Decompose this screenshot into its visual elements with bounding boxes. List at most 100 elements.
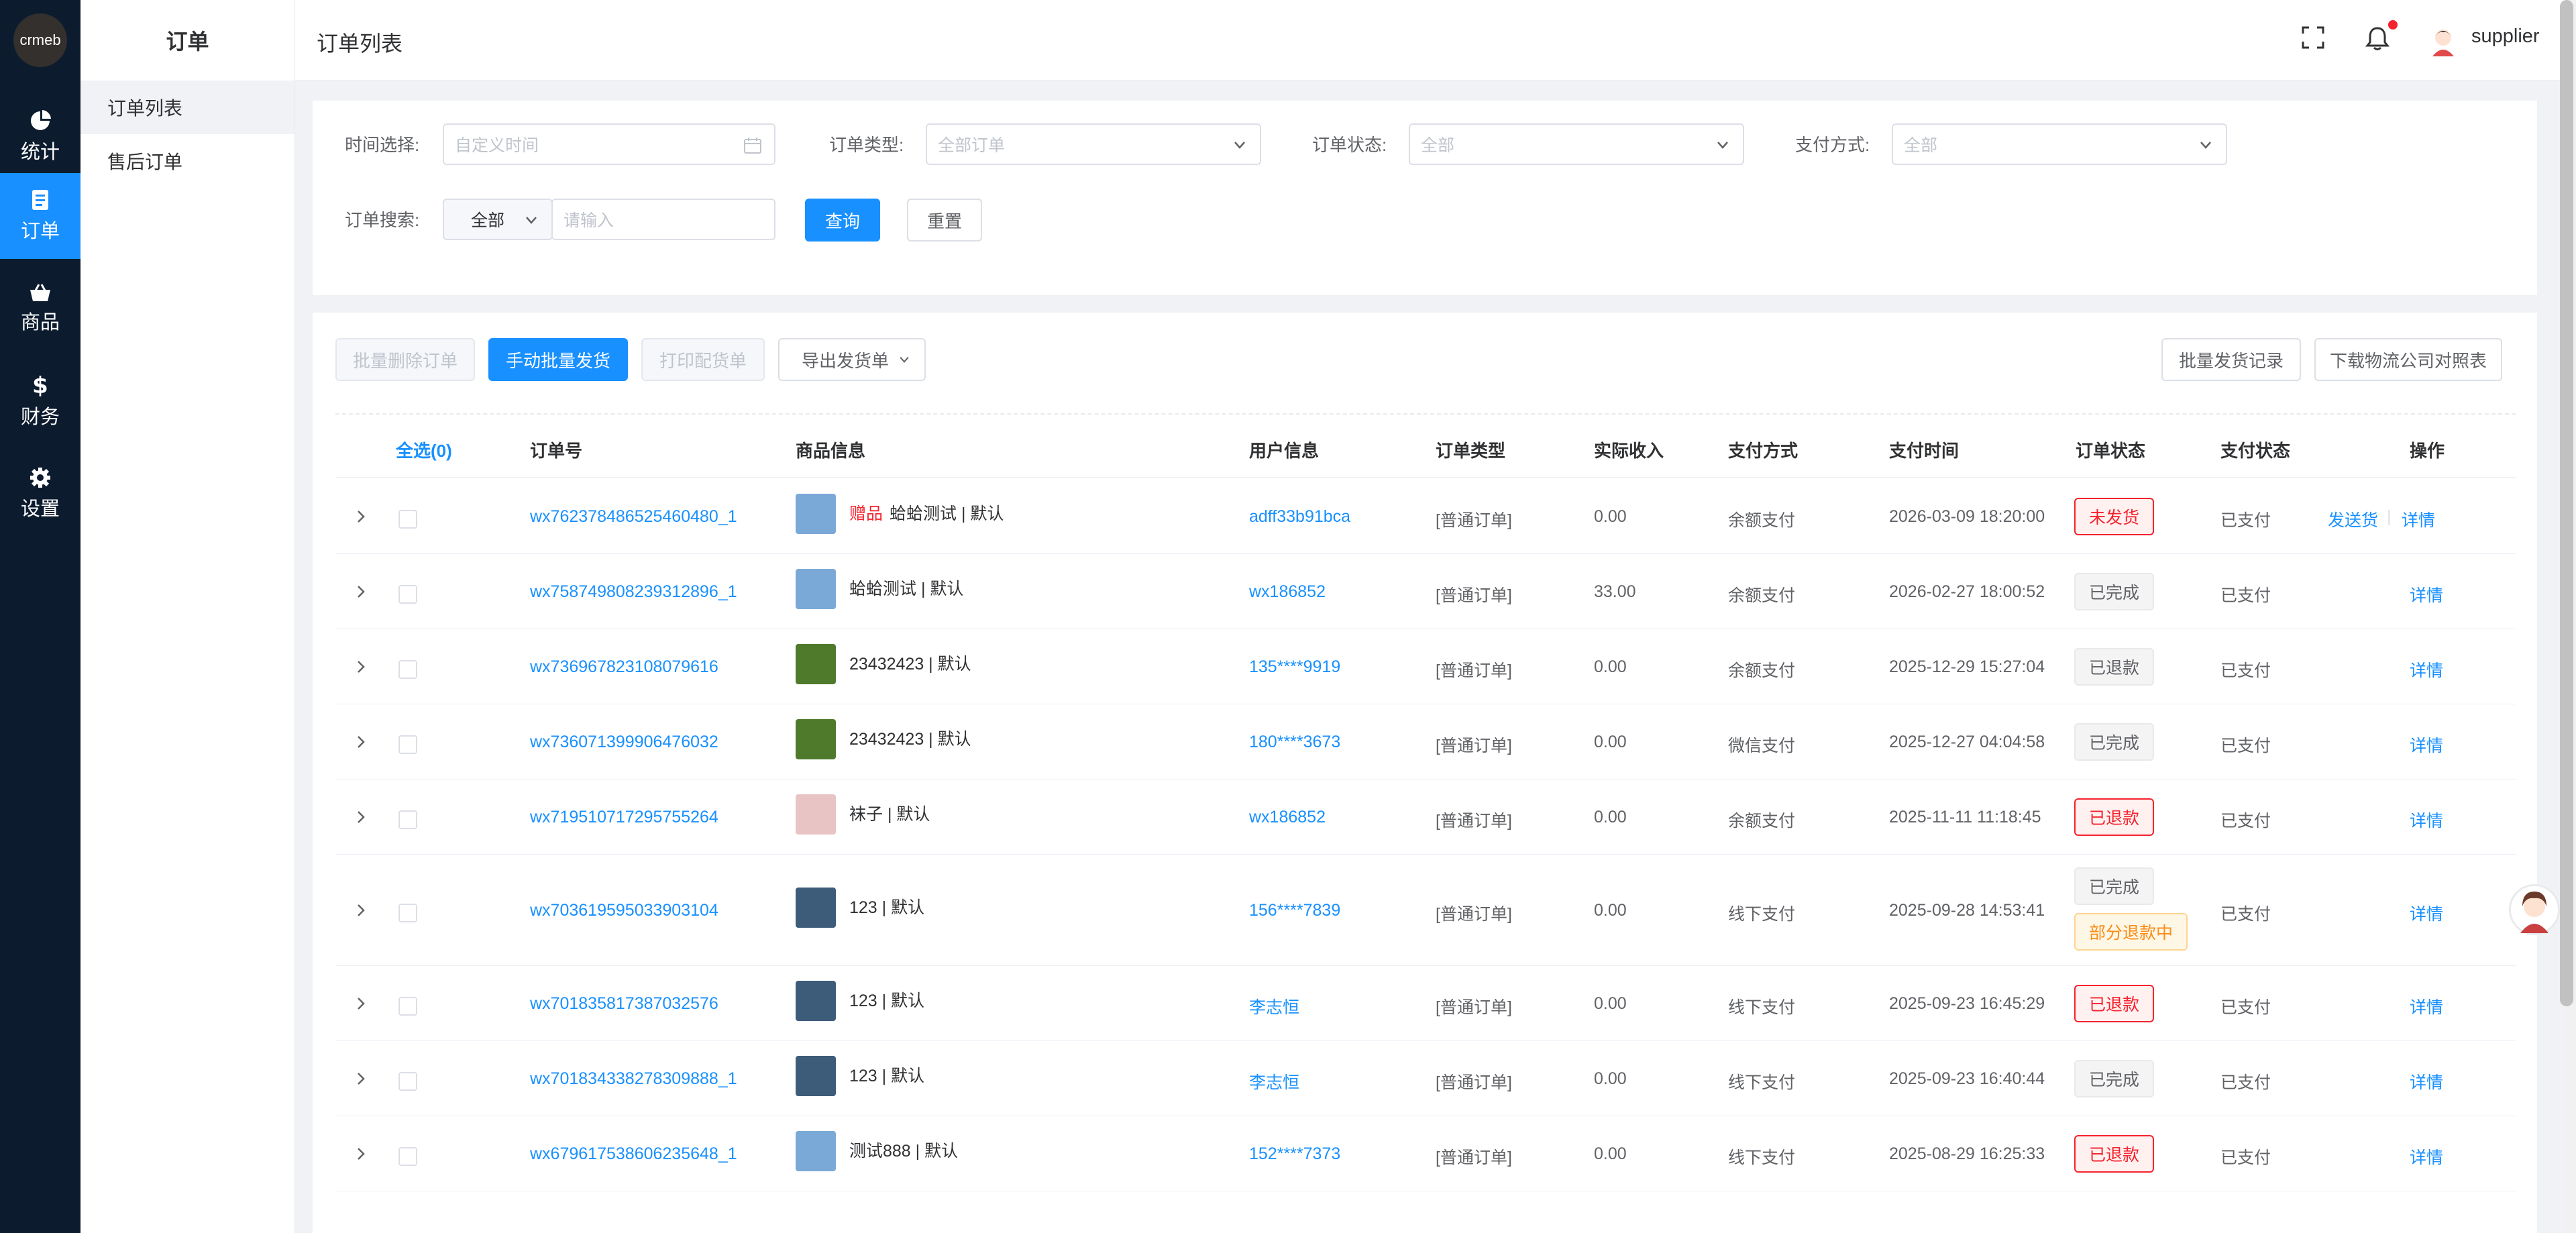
ship-records-button[interactable]: 批量发货记录 (2161, 338, 2301, 381)
order-status-select[interactable]: 全部 (1409, 123, 1744, 165)
avatar[interactable] (2427, 24, 2459, 56)
detail-action-link[interactable]: 详情 (2402, 507, 2435, 531)
order-type-placeholder: 全部订单 (938, 136, 1006, 155)
user-link[interactable]: wx186852 (1249, 582, 1326, 602)
order-type: [普通订单] (1436, 586, 1512, 605)
table-row: wx758749808239312896_1 蛤蛤测试 | 默认 wx186852 [… (335, 554, 2516, 629)
col-actions: 操作 (2410, 441, 2445, 461)
order-number-link[interactable]: wx758749808239312896_1 (530, 582, 737, 602)
export-button[interactable]: 导出发货单 (778, 338, 926, 381)
order-number-link[interactable]: wx679617538606235648_1 (530, 1144, 737, 1164)
pay-method: 线下支付 (1728, 1148, 1796, 1167)
row-checkbox[interactable] (398, 810, 417, 829)
row-checkbox[interactable] (398, 904, 417, 922)
expand-row-icon[interactable] (353, 508, 369, 525)
order-number-link[interactable]: wx703619595033903104 (530, 901, 718, 920)
sidebar-item-statistics[interactable]: 统计 (0, 94, 80, 180)
row-checkbox[interactable] (398, 735, 417, 754)
user-link[interactable]: adff33b91bca (1249, 507, 1350, 527)
select-all-label: 全选(0) (396, 441, 452, 461)
product-name: 蛤蛤测试 | 默认 (890, 504, 1004, 523)
submenu-item-after-sales[interactable]: 售后订单 (80, 134, 294, 188)
detail-action-link[interactable]: 详情 (2410, 1144, 2443, 1169)
order-number-link[interactable]: wx701835817387032576 (530, 994, 718, 1014)
product-name: 测试888 | 默认 (849, 1142, 959, 1161)
detail-action-link[interactable]: 详情 (2410, 657, 2443, 682)
order-type-label: 订单类型: (829, 135, 904, 155)
print-button[interactable]: 打印配货单 (641, 338, 765, 381)
detail-action-link[interactable]: 详情 (2410, 1069, 2443, 1093)
sidebar-item-products[interactable]: 商品 (0, 266, 80, 352)
row-checkbox[interactable] (398, 510, 417, 529)
expand-row-icon[interactable] (353, 1146, 369, 1162)
download-logistics-button[interactable]: 下载物流公司对照表 (2314, 338, 2502, 381)
expand-row-icon[interactable] (353, 996, 369, 1012)
expand-row-icon[interactable] (353, 809, 369, 825)
user-link[interactable]: 李志恒 (1249, 1069, 1299, 1093)
query-button[interactable]: 查询 (805, 199, 880, 242)
chevron-down-icon (1715, 137, 1731, 153)
status-badge: 已退款 (2074, 648, 2155, 686)
col-order-status: 订单状态 (2076, 441, 2146, 461)
detail-action-link[interactable]: 详情 (2410, 901, 2443, 925)
select-all-toggle[interactable]: 全选(0) (396, 437, 452, 462)
pay-time: 2026-02-27 18:00:52 (1889, 582, 2045, 601)
income: 33.00 (1594, 582, 1636, 601)
submenu-item-order-list[interactable]: 订单列表 (80, 81, 294, 134)
col-pay-method: 支付方式 (1728, 441, 1799, 461)
fullscreen-icon[interactable] (2301, 25, 2325, 50)
sidebar-item-settings[interactable]: 设置 (0, 451, 80, 537)
row-checkbox[interactable] (398, 1147, 417, 1166)
order-number-link[interactable]: wx736967823108079616 (530, 657, 718, 677)
order-number-link[interactable]: wx762378486525460480_1 (530, 507, 737, 527)
batch-ship-button[interactable]: 手动批量发货 (488, 338, 628, 381)
bell-icon[interactable] (2365, 25, 2390, 51)
detail-action-link[interactable]: 详情 (2410, 582, 2443, 606)
expand-row-icon[interactable] (353, 1071, 369, 1087)
income: 0.00 (1594, 901, 1627, 920)
product-thumbnail (796, 1056, 836, 1096)
username[interactable]: supplier (2471, 25, 2540, 48)
sidebar-item-orders[interactable]: 订单 (0, 173, 80, 259)
chevron-down-icon (1232, 137, 1248, 153)
row-checkbox[interactable] (398, 660, 417, 679)
payment-method-label: 支付方式: (1795, 135, 1870, 155)
user-link[interactable]: 152****7373 (1249, 1144, 1340, 1164)
customer-service-avatar[interactable] (2509, 884, 2560, 935)
search-input[interactable]: 请输入 (551, 199, 775, 240)
row-checkbox[interactable] (398, 1072, 417, 1091)
scrollbar-thumb[interactable] (2560, 0, 2573, 1006)
user-link[interactable]: 李志恒 (1249, 994, 1299, 1018)
pay-time: 2025-11-11 11:18:45 (1889, 808, 2041, 826)
expand-row-icon[interactable] (353, 659, 369, 675)
user-link[interactable]: wx186852 (1249, 808, 1326, 827)
ship-action-link[interactable]: 发送货 (2328, 507, 2378, 531)
logo[interactable]: crmeb (13, 13, 67, 67)
date-range-picker[interactable]: 自定义时间 (443, 123, 775, 165)
product-name: 23432423 | 默认 (849, 730, 971, 749)
payment-method-placeholder: 全部 (1904, 136, 1938, 155)
order-number-link[interactable]: wx701834338278309888_1 (530, 1069, 737, 1089)
expand-row-icon[interactable] (353, 902, 369, 918)
detail-action-link[interactable]: 详情 (2410, 808, 2443, 832)
row-checkbox[interactable] (398, 997, 417, 1016)
search-scope-select[interactable]: 全部 (443, 199, 553, 240)
user-link[interactable]: 156****7839 (1249, 901, 1340, 920)
expand-row-icon[interactable] (353, 584, 369, 600)
order-number-link[interactable]: wx736071399906476032 (530, 733, 718, 752)
user-link[interactable]: 135****9919 (1249, 657, 1340, 677)
batch-delete-button[interactable]: 批量删除订单 (335, 338, 475, 381)
order-type-select[interactable]: 全部订单 (926, 123, 1261, 165)
pay-status: 已支付 (2220, 1073, 2271, 1092)
reset-button[interactable]: 重置 (907, 199, 982, 242)
sidebar-item-finance[interactable]: $ 财务 (0, 358, 80, 444)
order-number-link[interactable]: wx719510717295755264 (530, 808, 718, 827)
status-badge: 已完成 (2074, 573, 2155, 610)
user-link[interactable]: 180****3673 (1249, 733, 1340, 752)
payment-method-select[interactable]: 全部 (1892, 123, 2227, 165)
expand-row-icon[interactable] (353, 734, 369, 750)
detail-action-link[interactable]: 详情 (2410, 994, 2443, 1018)
detail-action-link[interactable]: 详情 (2410, 733, 2443, 757)
row-checkbox[interactable] (398, 585, 417, 604)
order-table-card: 批量删除订单 手动批量发货 打印配货单 导出发货单 批量发货记录 下载物流公司对… (313, 313, 2537, 1233)
